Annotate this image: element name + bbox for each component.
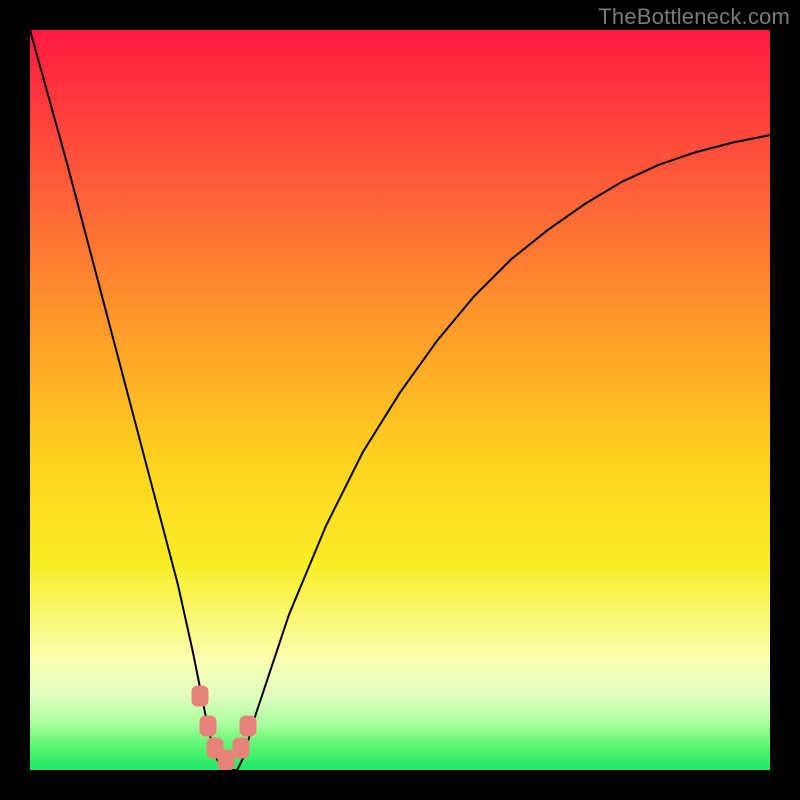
watermark-text: TheBottleneck.com bbox=[598, 4, 790, 30]
plot-area bbox=[30, 30, 770, 770]
marker-layer bbox=[30, 30, 770, 770]
min-marker bbox=[199, 715, 216, 736]
min-marker bbox=[232, 737, 249, 758]
chart-frame: TheBottleneck.com bbox=[0, 0, 800, 800]
min-marker bbox=[192, 686, 209, 707]
min-marker bbox=[240, 715, 257, 736]
